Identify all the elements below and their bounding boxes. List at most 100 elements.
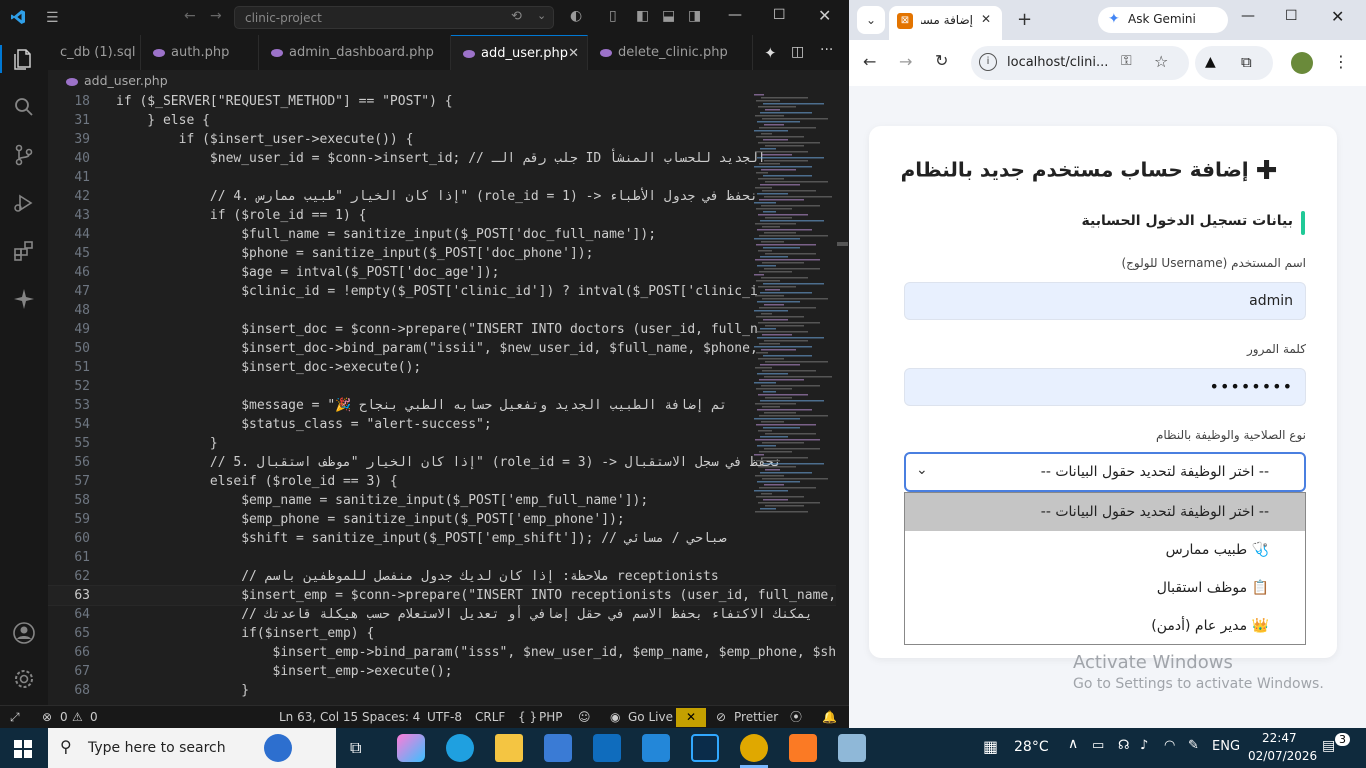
volume-icon[interactable]: ♪: [1140, 738, 1148, 753]
battery-icon[interactable]: ▭: [1092, 738, 1104, 753]
breadcrumb[interactable]: add_user.php: [48, 70, 849, 92]
windows-start-icon[interactable]: [14, 740, 32, 758]
more-menu-icon[interactable]: ⋮: [1333, 52, 1349, 71]
code-editor[interactable]: 18 if ($_SERVER["REQUEST_METHOD"] == "POS…: [48, 92, 836, 705]
source-control-icon[interactable]: [12, 143, 36, 167]
code-line[interactable]: 56 // 5. إذا كان الخيار "موظف استقبال" (…: [48, 453, 836, 472]
code-line[interactable]: 64 // يمكنك الاكتفاء بحفظ الاسم في حقل إ…: [48, 605, 836, 624]
edge-browser-icon[interactable]: [446, 734, 474, 762]
errors-icon[interactable]: ⊗: [42, 706, 52, 729]
tab-search-icon[interactable]: ⌄: [857, 6, 885, 34]
code-line[interactable]: 31 } else {: [48, 111, 836, 130]
extension-icon[interactable]: ▲: [1205, 54, 1216, 70]
xampp-icon[interactable]: [789, 734, 817, 762]
code-line[interactable]: 68 }: [48, 681, 836, 700]
notifications-bell-icon[interactable]: 🔔: [822, 706, 837, 729]
code-line[interactable]: 65 if($insert_emp) {: [48, 624, 836, 643]
back-arrow-icon[interactable]: ←: [184, 8, 196, 24]
code-line[interactable]: 50 $insert_doc->bind_param("issii", $new…: [48, 339, 836, 358]
toggle-secondary-sidebar-icon[interactable]: ◨: [688, 8, 701, 24]
code-line[interactable]: 67 $insert_emp->execute();: [48, 662, 836, 681]
code-line[interactable]: 54 $status_class = "alert-success";: [48, 415, 836, 434]
menu-icon[interactable]: ☰: [46, 10, 59, 26]
encoding[interactable]: UTF-8: [427, 706, 462, 729]
code-line[interactable]: 46 $age = intval($_POST['doc_age']);: [48, 263, 836, 282]
code-line[interactable]: 44 $full_name = sanitize_input($_POST['d…: [48, 225, 836, 244]
code-line[interactable]: 18 if ($_SERVER["REQUEST_METHOD"] == "POS…: [48, 92, 836, 111]
go-live-button[interactable]: Go Live: [628, 706, 673, 729]
copilot-app-icon[interactable]: [397, 734, 425, 762]
task-view-icon[interactable]: ⧉: [350, 738, 361, 758]
tab-c-db-sql[interactable]: c_db (1).sql: [48, 35, 141, 70]
code-line[interactable]: 51 $insert_doc->execute();: [48, 358, 836, 377]
code-line[interactable]: 40 $new_user_id = $conn->insert_id; // ج…: [48, 149, 836, 168]
clock-date[interactable]: 02/07/2026: [1248, 749, 1317, 763]
errors-count[interactable]: 0: [60, 706, 68, 729]
close-tab-icon[interactable]: ✕: [568, 36, 579, 70]
photoshop-icon[interactable]: [691, 734, 719, 762]
outlook-icon[interactable]: [593, 734, 621, 762]
tab-admin-dashboard-php[interactable]: admin_dashboard.php: [259, 35, 451, 70]
code-line[interactable]: 59 $emp_phone = sanitize_input($_POST['e…: [48, 510, 836, 529]
browser-tab-active[interactable]: ⊠ إضافة مست ✕: [889, 6, 1002, 40]
ask-gemini-button[interactable]: ✦ Ask Gemini: [1098, 7, 1228, 33]
forward-arrow-icon[interactable]: →: [210, 8, 222, 24]
copilot-sparkle-icon[interactable]: [12, 287, 36, 311]
address-bar[interactable]: i localhost/clini... ⚿ ☆: [971, 46, 1189, 80]
code-line[interactable]: 42 // 4. إذا كان الخيار "طبيب ممارس" (ro…: [48, 187, 836, 206]
new-tab-icon[interactable]: +: [1017, 9, 1032, 30]
puzzle-extensions-icon[interactable]: ⧉: [1241, 53, 1252, 71]
role-select[interactable]: ⌄ -- اختر الوظيفة لتحديد حقول البيانات -…: [904, 452, 1306, 492]
line-ending[interactable]: CRLF: [475, 706, 505, 729]
code-line[interactable]: 39 if ($insert_user->execute()) {: [48, 130, 836, 149]
layout-icon[interactable]: ▯: [609, 8, 617, 24]
code-line[interactable]: 53 $message = "🎉 تم إضافة الطبيب الجديد …: [48, 396, 836, 415]
role-option-receptionist[interactable]: 📋 موظف استقبال: [905, 569, 1305, 607]
editor-scrollbar[interactable]: [836, 92, 849, 705]
minimap[interactable]: [750, 92, 836, 522]
antenna-icon[interactable]: ⦿: [790, 706, 802, 729]
tab-add-user-php[interactable]: add_user.php ✕: [451, 35, 588, 70]
input-language[interactable]: ENG: [1212, 739, 1240, 754]
code-line[interactable]: 52: [48, 377, 836, 396]
clock-time[interactable]: 22:47: [1262, 731, 1297, 745]
username-input[interactable]: admin: [904, 282, 1306, 320]
pin-icon[interactable]: ✕: [676, 708, 706, 727]
language-mode[interactable]: PHP: [539, 706, 563, 729]
chevron-up-icon[interactable]: ∧: [1068, 736, 1078, 752]
app-window-icon[interactable]: [838, 734, 866, 762]
pen-icon[interactable]: ✎: [1188, 738, 1199, 753]
code-line[interactable]: 45 $phone = sanitize_input($_POST['doc_p…: [48, 244, 836, 263]
close-tab-icon[interactable]: ✕: [981, 12, 991, 26]
wifi-icon[interactable]: ◠: [1164, 738, 1175, 753]
microsoft-store-icon[interactable]: [544, 734, 572, 762]
role-option-doctor[interactable]: 🩺 طبيب ممارس: [905, 531, 1305, 569]
copilot-chat-icon[interactable]: ✦: [764, 44, 777, 62]
warnings-icon[interactable]: ⚠: [72, 706, 83, 729]
run-debug-icon[interactable]: [12, 191, 36, 215]
code-line[interactable]: 58 $emp_name = sanitize_input($_POST['em…: [48, 491, 836, 510]
code-line[interactable]: 41: [48, 168, 836, 187]
accounts-icon[interactable]: [12, 621, 36, 645]
code-line[interactable]: 66 $insert_emp->bind_param("isss", $new_…: [48, 643, 836, 662]
command-center[interactable]: clinic-project ⟲ ⌄: [234, 6, 554, 29]
code-line[interactable]: 49 $insert_doc = $conn->prepare("INSERT …: [48, 320, 836, 339]
explorer-icon[interactable]: [12, 47, 36, 71]
forward-arrow-icon[interactable]: →: [899, 52, 912, 71]
split-editor-icon[interactable]: ◫: [791, 44, 804, 60]
more-actions-icon[interactable]: ···: [820, 42, 833, 58]
copilot-icon[interactable]: ⟲: [511, 9, 522, 24]
code-line[interactable]: 62 // ملاحظة: إذا كان لديك جدول منفصل لل…: [48, 567, 836, 586]
minimize-icon[interactable]: —: [728, 7, 742, 23]
code-line[interactable]: 47 $clinic_id = !empty($_POST['clinic_id…: [48, 282, 836, 301]
code-line[interactable]: 55 }: [48, 434, 836, 453]
maximize-icon[interactable]: ☐: [1285, 8, 1298, 24]
extensions-icon[interactable]: [12, 239, 36, 263]
toggle-sidebar-icon[interactable]: ◧: [636, 8, 649, 24]
cursor-position[interactable]: Ln 63, Col 15: [279, 706, 358, 729]
search-icon[interactable]: [12, 95, 36, 119]
site-info-icon[interactable]: i: [979, 53, 997, 71]
role-option-placeholder[interactable]: -- اختر الوظيفة لتحديد حقول البيانات --: [905, 493, 1305, 531]
headset-icon[interactable]: ☊: [1118, 738, 1130, 753]
close-window-icon[interactable]: ✕: [1331, 7, 1344, 26]
